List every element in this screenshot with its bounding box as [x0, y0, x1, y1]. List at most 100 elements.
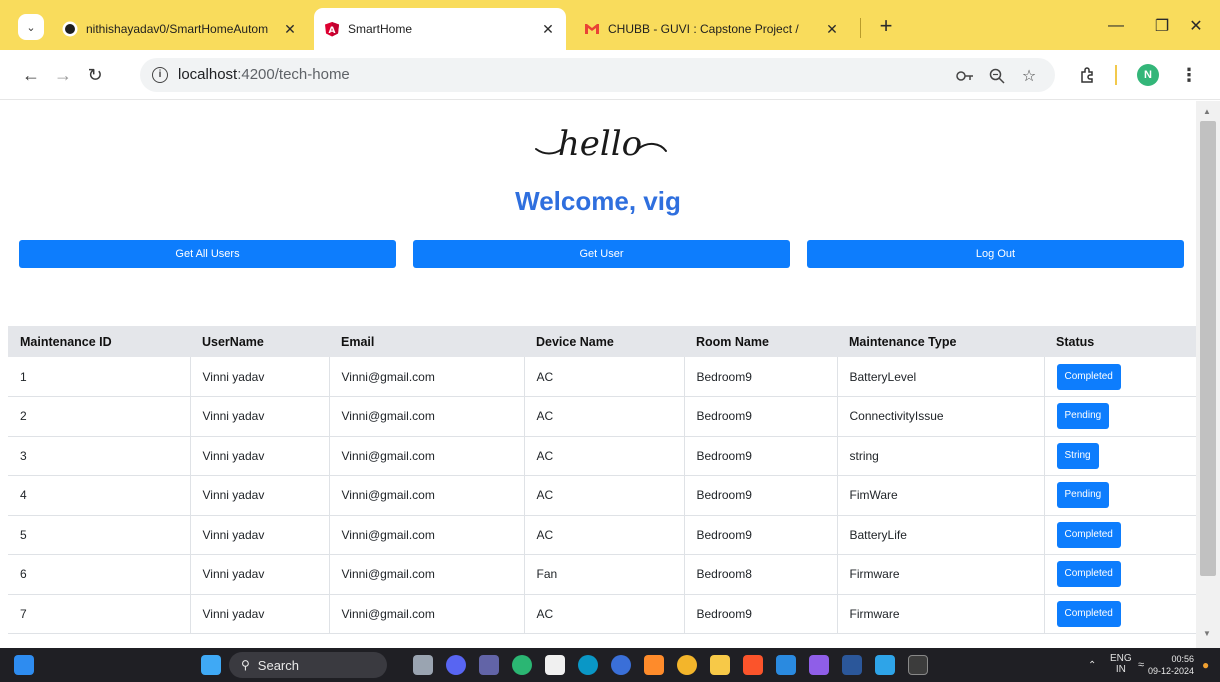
status-cell: Completed — [1044, 515, 1196, 555]
profile-button[interactable]: N — [1135, 62, 1161, 88]
username-cell: Vinni yadav — [190, 436, 330, 476]
extensions-button[interactable] — [1075, 62, 1101, 88]
whatsapp-icon[interactable] — [512, 655, 532, 675]
status-badge[interactable]: Completed — [1056, 561, 1121, 588]
column-header: UserName — [190, 326, 329, 357]
maintenance-table: Maintenance ID UserName Email Device Nam… — [8, 326, 1196, 634]
info-icon[interactable]: i — [152, 67, 168, 83]
table-row: 5 Vinni yadav Vinni@gmail.com AC Bedroom… — [8, 515, 1196, 555]
discord-icon[interactable] — [446, 655, 466, 675]
tray-chevron-icon[interactable]: ⌃ — [1088, 660, 1096, 671]
app-icon[interactable] — [644, 655, 664, 675]
device-name-cell: AC — [524, 475, 685, 516]
room-name-cell: Bedroom9 — [684, 594, 838, 634]
tab-gmail[interactable]: CHUBB - GUVI : Capstone Project / ✕ — [574, 11, 850, 47]
browser-tab-strip: ⌄ nithishayadav0/SmartHomeAutom ✕ A Smar… — [0, 0, 1220, 50]
new-tab-button[interactable]: + — [872, 13, 900, 41]
wifi-icon[interactable]: ≈ — [1138, 659, 1144, 671]
username-cell: Vinni yadav — [190, 554, 330, 595]
brave-icon[interactable] — [743, 655, 763, 675]
status-badge[interactable]: Completed — [1056, 363, 1121, 390]
puzzle-icon — [1081, 67, 1093, 83]
visual-studio-icon[interactable] — [809, 655, 829, 675]
maintenance-id-cell: 6 — [8, 554, 191, 595]
email-cell: Vinni@gmail.com — [329, 594, 525, 634]
table-row: 7 Vinni yadav Vinni@gmail.com AC Bedroom… — [8, 594, 1196, 634]
calendar-icon[interactable] — [545, 655, 565, 675]
password-key-icon[interactable] — [954, 65, 976, 87]
column-header: Device Name — [524, 326, 684, 357]
email-cell: Vinni@gmail.com — [329, 436, 525, 476]
page-scrollbar[interactable]: ▲ ▼ — [1196, 101, 1220, 648]
status-badge[interactable]: Completed — [1056, 600, 1121, 627]
forward-button[interactable]: → — [50, 62, 76, 88]
file-explorer-icon[interactable] — [710, 655, 730, 675]
status-badge[interactable]: String — [1056, 442, 1099, 469]
chrome-icon[interactable] — [677, 655, 697, 675]
room-name-cell: Bedroom9 — [684, 357, 838, 397]
get-user-button[interactable]: Get User — [413, 240, 790, 268]
table-row: 1 Vinni yadav Vinni@gmail.com AC Bedroom… — [8, 357, 1196, 397]
scroll-thumb[interactable] — [1200, 121, 1216, 576]
tab-separator — [860, 18, 861, 38]
close-icon[interactable]: ✕ — [282, 21, 298, 38]
tab-search-button[interactable]: ⌄ — [18, 14, 44, 40]
get-all-users-button[interactable]: Get All Users — [19, 240, 396, 268]
zoom-icon[interactable] — [986, 65, 1008, 87]
kebab-menu-icon: ⋮ — [1180, 64, 1198, 85]
status-cell: Completed — [1044, 357, 1196, 397]
tab-github[interactable]: nithishayadav0/SmartHomeAutom ✕ — [52, 11, 308, 47]
hello-logo: hello — [535, 124, 667, 164]
windows-start-icon[interactable] — [201, 655, 221, 675]
copilot-icon[interactable] — [611, 655, 631, 675]
welcome-heading: Welcome, vig — [515, 186, 681, 216]
page-content: hello Welcome, vig Get All Users Get Use… — [0, 101, 1196, 648]
window-close-button[interactable]: ✕ — [1176, 10, 1216, 42]
address-bar[interactable]: i localhost:4200/tech-home ☆ — [140, 58, 1055, 92]
scroll-up-icon[interactable]: ▲ — [1203, 107, 1211, 116]
maintenance-id-cell: 1 — [8, 357, 191, 397]
username-cell: Vinni yadav — [190, 515, 330, 555]
github-icon — [62, 21, 78, 37]
status-badge[interactable]: Pending — [1056, 482, 1110, 509]
tab-smarthome[interactable]: A SmartHome ✕ — [314, 8, 566, 50]
back-button[interactable]: ← — [18, 62, 44, 88]
word-icon[interactable] — [842, 655, 862, 675]
status-badge[interactable]: Completed — [1056, 521, 1121, 548]
task-view-icon[interactable] — [413, 655, 433, 675]
notification-bell-icon[interactable]: ● — [1202, 658, 1209, 672]
minimize-button[interactable]: — — [1090, 10, 1142, 42]
system-clock[interactable]: 00:56 09-12-2024 — [1148, 653, 1194, 677]
teams-icon[interactable] — [479, 655, 499, 675]
log-out-button[interactable]: Log Out — [807, 240, 1184, 268]
maintenance-id-cell: 2 — [8, 396, 191, 437]
scroll-down-icon[interactable]: ▼ — [1203, 629, 1211, 638]
minimize-icon: — — [1108, 17, 1124, 34]
taskbar-search[interactable]: ⚲ Search — [229, 652, 387, 678]
email-cell: Vinni@gmail.com — [329, 357, 525, 397]
url-text[interactable]: localhost:4200/tech-home — [178, 66, 350, 83]
maintenance-id-cell: 5 — [8, 515, 191, 555]
browser-menu-button[interactable]: ⋮ — [1176, 62, 1202, 88]
photos-icon[interactable] — [875, 655, 895, 675]
room-name-cell: Bedroom8 — [684, 554, 838, 595]
reload-button[interactable]: ↻ — [82, 62, 108, 88]
username-cell: Vinni yadav — [190, 475, 330, 516]
status-badge[interactable]: Pending — [1056, 403, 1110, 430]
vscode-icon[interactable] — [776, 655, 796, 675]
bookmark-star-icon[interactable]: ☆ — [1018, 65, 1040, 87]
language-indicator[interactable]: ENG IN — [1110, 653, 1132, 675]
tab-title: nithishayadav0/SmartHomeAutom — [86, 22, 269, 36]
status-cell: Completed — [1044, 594, 1196, 634]
terminal-icon[interactable] — [908, 655, 928, 675]
column-header: Maintenance Type — [837, 326, 1044, 357]
maintenance-type-cell: string — [837, 436, 1045, 476]
widgets-icon[interactable] — [14, 655, 34, 675]
maintenance-type-cell: BatteryLife — [837, 515, 1045, 555]
search-icon: ⚲ — [241, 658, 250, 672]
edge-icon[interactable] — [578, 655, 598, 675]
table-header-row: Maintenance ID UserName Email Device Nam… — [8, 326, 1196, 357]
table-row: 6 Vinni yadav Vinni@gmail.com Fan Bedroo… — [8, 554, 1196, 595]
close-icon[interactable]: ✕ — [824, 21, 840, 38]
close-icon[interactable]: ✕ — [540, 21, 556, 38]
